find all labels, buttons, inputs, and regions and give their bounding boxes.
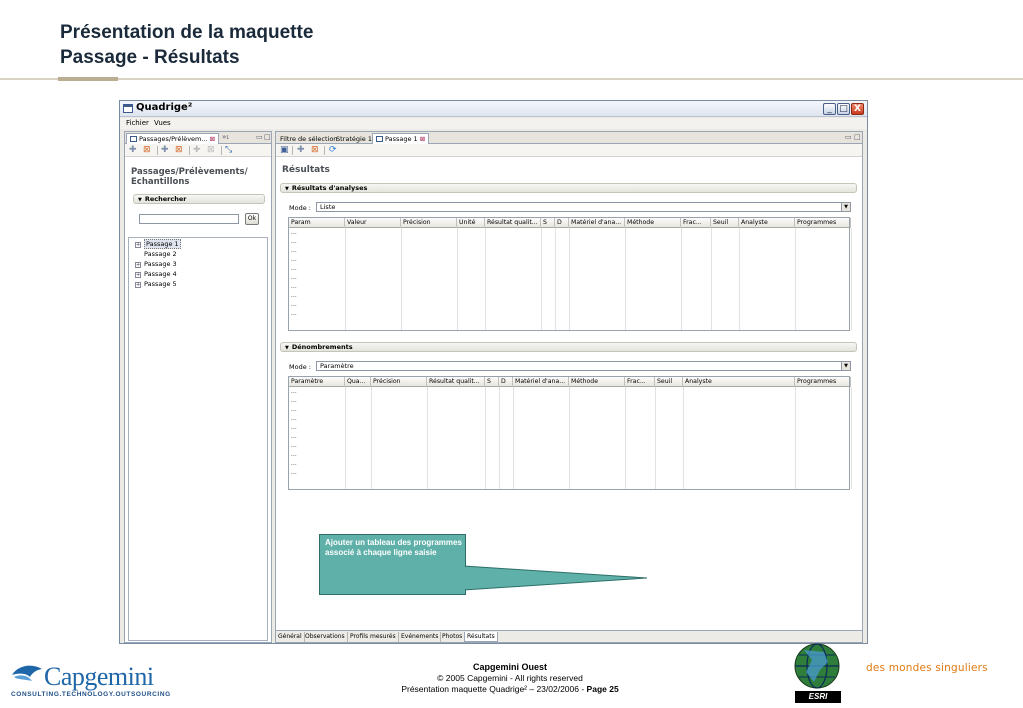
footer-caption: Présentation maquette Quadrige² – 23/02/… (401, 684, 587, 694)
footer-page: Page 25 (586, 684, 619, 694)
callout-arrow (463, 565, 648, 591)
esri-globe-icon (794, 643, 840, 689)
callout-box: Ajouter un tableau des programmes associ… (319, 534, 466, 595)
tagline: des mondes singuliers (866, 662, 988, 674)
esri-logo-text: ESRI (795, 691, 841, 703)
capgemini-tagline: CONSULTING.TECHNOLOGY.OUTSOURCING (11, 691, 171, 698)
callout-pointer (463, 565, 648, 591)
footer-org: Capgemini Ouest (472, 662, 547, 672)
footer-caption-line: Présentation maquette Quadrige² – 23/02/… (300, 684, 720, 695)
callout-text: Ajouter un tableau des programmes associ… (325, 538, 462, 557)
capgemini-spade-icon (12, 665, 42, 681)
capgemini-logo (10, 661, 44, 690)
footer-text: Capgemini Ouest © 2005 Capgemini - All r… (300, 662, 720, 695)
capgemini-wordmark: Capgemini (44, 662, 154, 691)
footer-copyright: © 2005 Capgemini - All rights reserved (437, 673, 583, 683)
